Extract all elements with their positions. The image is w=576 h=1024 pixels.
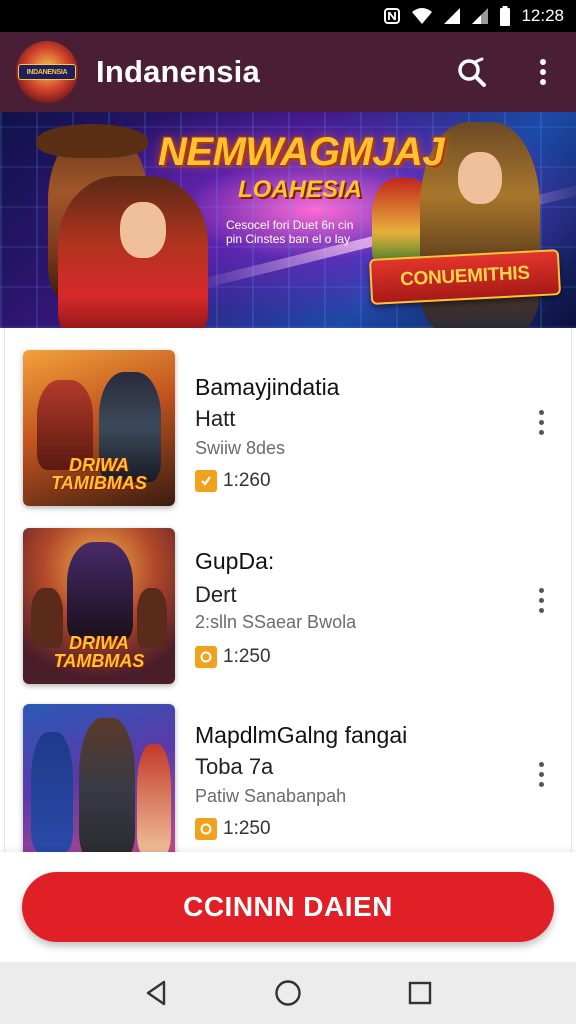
game-price: 1:250: [195, 818, 271, 840]
more-options-button[interactable]: [526, 55, 560, 89]
game-price: 1:260: [195, 470, 271, 492]
coin-icon: [195, 818, 217, 840]
game-meta: 2:slln SSaear Bwola: [195, 612, 357, 632]
search-icon: [458, 57, 486, 87]
item-more-button[interactable]: [529, 580, 553, 620]
item-more-button[interactable]: [529, 754, 553, 794]
back-button[interactable]: [136, 973, 176, 1013]
game-title: Bamayjindatia: [195, 374, 340, 400]
thumbnail-figure: [79, 718, 135, 852]
promo-banner[interactable]: NEMWAGMJAJ LOAHESIA Cesocel fori Duet 6n…: [0, 112, 576, 328]
coin-icon: [195, 646, 217, 668]
recents-icon: [408, 981, 432, 1005]
status-bar: 12:28: [0, 0, 576, 32]
back-icon: [146, 980, 166, 1006]
signal-icon: [472, 8, 489, 24]
list-item[interactable]: DRIWA TAMIBMAS Bamayjindatia Hatt Swiiw …: [5, 336, 571, 512]
game-price: 1:250: [195, 646, 271, 668]
list-item[interactable]: MapdlmGalng fangai Toba 7a Patiw Sanaban…: [5, 692, 571, 852]
app-bar-actions: [454, 32, 560, 112]
more-vert-icon: [540, 59, 546, 85]
primary-cta-button[interactable]: CCINNN DAIEN: [22, 872, 554, 942]
game-title: GupDa:: [195, 548, 275, 574]
game-subtitle: Dert: [195, 582, 237, 607]
system-nav-bar: [0, 962, 576, 1024]
home-button[interactable]: [268, 973, 308, 1013]
recents-button[interactable]: [400, 973, 440, 1013]
app-logo[interactable]: INDANENSIA: [16, 41, 78, 103]
game-price-value: 1:260: [223, 470, 271, 491]
game-subtitle: Toba 7a: [195, 754, 274, 779]
nfc-icon: [384, 8, 401, 24]
game-meta: Swiiw 8des: [195, 438, 286, 458]
thumbnail-figure: [31, 732, 73, 852]
app-title: Indanensia: [96, 54, 260, 89]
game-thumbnail[interactable]: DRIWA TAMIBMAS: [23, 350, 175, 506]
more-vert-icon: [538, 587, 544, 593]
game-list: DRIWA TAMIBMAS Bamayjindatia Hatt Swiiw …: [4, 328, 572, 852]
app-bar: INDANENSIA Indanensia: [0, 32, 576, 112]
wifi-icon: [412, 8, 433, 24]
banner-cowboy-hat: [36, 124, 148, 158]
game-price-value: 1:250: [223, 818, 271, 839]
battery-icon: [500, 6, 511, 26]
more-vert-icon: [538, 761, 544, 767]
thumbnail-logo-text: DRIWA TAMIBMAS: [51, 455, 147, 493]
game-title: MapdlmGalng fangai: [195, 722, 408, 748]
app-logo-text: INDANENSIA: [18, 64, 76, 80]
thumbnail-figure: [67, 542, 133, 642]
banner-subtitle: LOAHESIA: [238, 176, 363, 203]
search-button[interactable]: [454, 55, 488, 89]
coin-icon: [195, 470, 217, 492]
home-icon: [275, 980, 301, 1006]
bottom-cta-area: CCINNN DAIEN: [0, 852, 576, 962]
banner-hero-adventurer-face: [458, 152, 502, 204]
banner-hero-girl-face: [120, 202, 166, 258]
thumbnail-figure: [137, 744, 171, 852]
banner-title: NEMWAGMJAJ: [158, 130, 445, 174]
list-item[interactable]: DRIWA TAMBMAS GupDa: Dert 2:slln SSaear …: [5, 516, 571, 692]
banner-caption: Cesocel fori Duet 6n cin pin Cinstes ban…: [226, 218, 354, 246]
thumbnail-logo-text: DRIWA TAMBMAS: [53, 633, 145, 671]
game-meta: Patiw Sanabanpah: [195, 786, 347, 806]
game-subtitle: Hatt: [195, 406, 236, 431]
item-more-button[interactable]: [529, 402, 553, 442]
game-thumbnail[interactable]: [23, 704, 175, 852]
more-vert-icon: [538, 409, 544, 415]
game-thumbnail[interactable]: DRIWA TAMBMAS: [23, 528, 175, 684]
status-time: 12:28: [521, 6, 564, 25]
game-price-value: 1:250: [223, 646, 271, 667]
signal-icon: [444, 8, 461, 24]
